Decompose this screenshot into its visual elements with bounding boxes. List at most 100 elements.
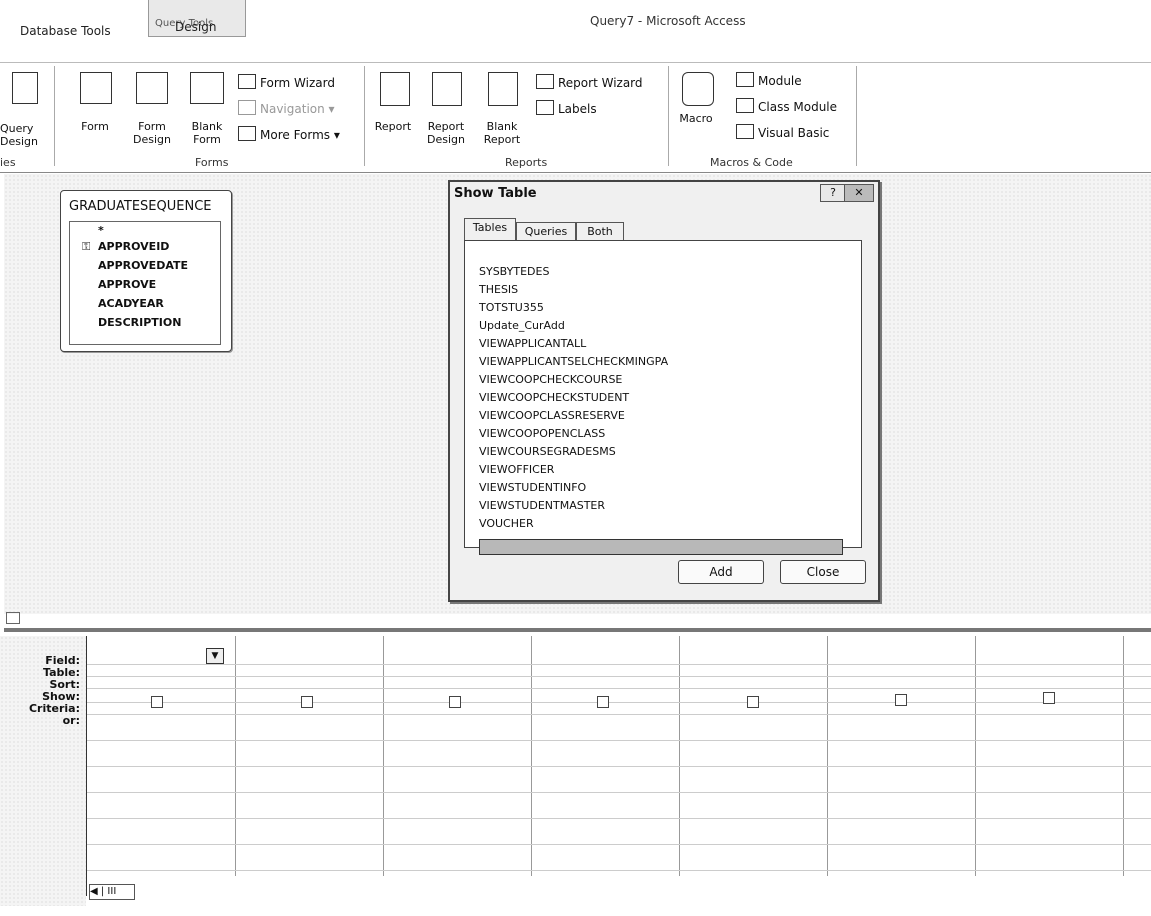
report-icon[interactable] <box>380 72 410 106</box>
list-item[interactable]: VIEWAPPLICANTALL <box>479 337 586 350</box>
group-separator <box>668 66 669 166</box>
list-item[interactable]: VIEWCOOPOPENCLASS <box>479 427 605 440</box>
field-dropdown-arrow[interactable]: ▼ <box>206 648 224 664</box>
show-table-dialog: Show Table ? ✕ Tables Queries Both SYSBY… <box>448 180 880 602</box>
report-design-button[interactable]: Report Design <box>420 120 472 146</box>
tab-database-tools[interactable]: Database Tools <box>20 24 111 38</box>
labels-label: Labels <box>558 102 597 116</box>
close-button[interactable]: Close <box>780 560 866 584</box>
show-checkbox[interactable] <box>747 696 759 708</box>
tab-design[interactable]: Design <box>175 20 216 34</box>
field-item[interactable]: * <box>98 224 104 237</box>
tab-queries[interactable]: Queries <box>516 222 576 241</box>
list-item[interactable]: VIEWOFFICER <box>479 463 554 476</box>
query-design-grid[interactable]: ▼ ◀ | III <box>86 636 1151 900</box>
form-wizard-button[interactable]: Form Wizard <box>238 74 335 90</box>
form-icon[interactable] <box>80 72 112 104</box>
class-module-button[interactable]: Class Module <box>736 98 837 114</box>
column-divider <box>679 636 680 876</box>
more-forms-icon <box>238 126 256 141</box>
list-item[interactable]: VIEWCOOPCHECKCOURSE <box>479 373 622 386</box>
visual-basic-label: Visual Basic <box>758 126 830 140</box>
row-divider <box>87 676 1151 677</box>
primary-key-icon: ⚿ <box>82 240 91 253</box>
list-item[interactable]: VIEWAPPLICANTSELCHECKMINGPA <box>479 355 668 368</box>
navigation-button[interactable]: Navigation ▾ <box>238 100 335 116</box>
visual-basic-button[interactable]: Visual Basic <box>736 124 829 140</box>
module-button[interactable]: Module <box>736 72 802 88</box>
queries-group-label: ies <box>0 156 16 169</box>
show-checkbox[interactable] <box>301 696 313 708</box>
list-item[interactable]: SYSBYTEDES <box>479 265 549 278</box>
form-design-icon[interactable] <box>136 72 168 104</box>
more-forms-button[interactable]: More Forms ▾ <box>238 126 340 142</box>
show-checkbox[interactable] <box>449 696 461 708</box>
group-separator <box>856 66 857 166</box>
field-list[interactable]: * ⚿ APPROVEID APPROVEDATE APPROVE ACADYE… <box>69 221 221 345</box>
tab-tables[interactable]: Tables <box>464 218 516 241</box>
row-divider <box>87 844 1151 845</box>
list-item[interactable]: VIEWCOOPCHECKSTUDENT <box>479 391 629 404</box>
close-icon[interactable]: ✕ <box>844 184 874 202</box>
navigation-icon <box>238 100 256 115</box>
table-list[interactable]: SYSBYTEDES THESIS TOTSTU355 Update_CurAd… <box>464 240 862 555</box>
show-checkbox[interactable] <box>1043 692 1055 704</box>
report-wizard-button[interactable]: Report Wizard <box>536 74 643 90</box>
list-item[interactable]: VIEWCOURSEGRADESMS <box>479 445 616 458</box>
list-item[interactable]: THESIS <box>479 283 518 296</box>
field-item[interactable]: APPROVEDATE <box>98 259 188 272</box>
add-button[interactable]: Add <box>678 560 764 584</box>
field-item[interactable]: ACADYEAR <box>98 297 164 310</box>
field-item[interactable]: APPROVEID <box>98 240 169 253</box>
form-wizard-label: Form Wizard <box>260 76 335 90</box>
show-checkbox[interactable] <box>151 696 163 708</box>
list-item-selected[interactable]: VIEWSTUDENTINFO <box>479 481 586 494</box>
field-item[interactable]: DESCRIPTION <box>98 316 181 329</box>
pane-splitter[interactable] <box>4 628 1151 632</box>
show-checkbox[interactable] <box>895 694 907 706</box>
macro-button[interactable]: Macro <box>674 112 718 125</box>
macro-icon[interactable] <box>682 72 714 106</box>
help-button[interactable]: ? <box>820 184 846 202</box>
table-field-list[interactable]: GRADUATESEQUENCE * ⚿ APPROVEID APPROVEDA… <box>60 190 232 352</box>
blank-report-button[interactable]: Blank Report <box>478 120 526 146</box>
query-design-icon[interactable] <box>12 72 38 104</box>
report-button[interactable]: Report <box>370 120 416 133</box>
report-design-icon[interactable] <box>432 72 462 106</box>
blank-form-button[interactable]: Blank Form <box>186 120 228 146</box>
grid-row-labels: Field: Table: Sort: Show: Criteria: or: <box>0 636 86 906</box>
list-item[interactable]: Update_CurAdd <box>479 319 565 332</box>
form-design-button[interactable]: Form Design <box>126 120 178 146</box>
blank-report-icon[interactable] <box>488 72 518 106</box>
dialog-title: Show Table <box>454 186 537 201</box>
row-divider <box>87 688 1151 689</box>
tab-both[interactable]: Both <box>576 222 624 241</box>
list-item[interactable]: VIEWCOOPCLASSRESERVE <box>479 409 625 422</box>
list-item[interactable]: VOUCHER <box>479 517 534 530</box>
group-separator <box>54 66 55 166</box>
list-item[interactable]: TOTSTU355 <box>479 301 544 314</box>
column-divider <box>235 636 236 876</box>
query-design-button[interactable]: Query Design <box>0 122 48 148</box>
field-item[interactable]: APPROVE <box>98 278 156 291</box>
app-title: Query7 - Microsoft Access <box>590 14 746 28</box>
title-bar: Query Tools Query7 - Microsoft Access Da… <box>0 0 1151 38</box>
pane-toggle-icon[interactable] <box>6 612 20 624</box>
row-divider <box>87 870 1151 871</box>
list-item[interactable]: VIEWSTUDENTMASTER <box>479 499 605 512</box>
form-button[interactable]: Form <box>74 120 116 133</box>
grid-scroll-nav[interactable]: ◀ | III <box>89 884 135 900</box>
reports-group-label: Reports <box>505 156 548 169</box>
module-icon <box>736 72 754 87</box>
row-divider <box>87 702 1151 703</box>
blank-form-icon[interactable] <box>190 72 224 104</box>
report-wizard-label: Report Wizard <box>558 76 643 90</box>
column-divider <box>975 636 976 876</box>
labels-button[interactable]: Labels <box>536 100 597 116</box>
row-divider <box>87 664 1151 665</box>
show-checkbox[interactable] <box>597 696 609 708</box>
column-divider <box>531 636 532 876</box>
selection-highlight <box>479 539 843 555</box>
column-divider <box>827 636 828 876</box>
row-divider <box>87 766 1151 767</box>
